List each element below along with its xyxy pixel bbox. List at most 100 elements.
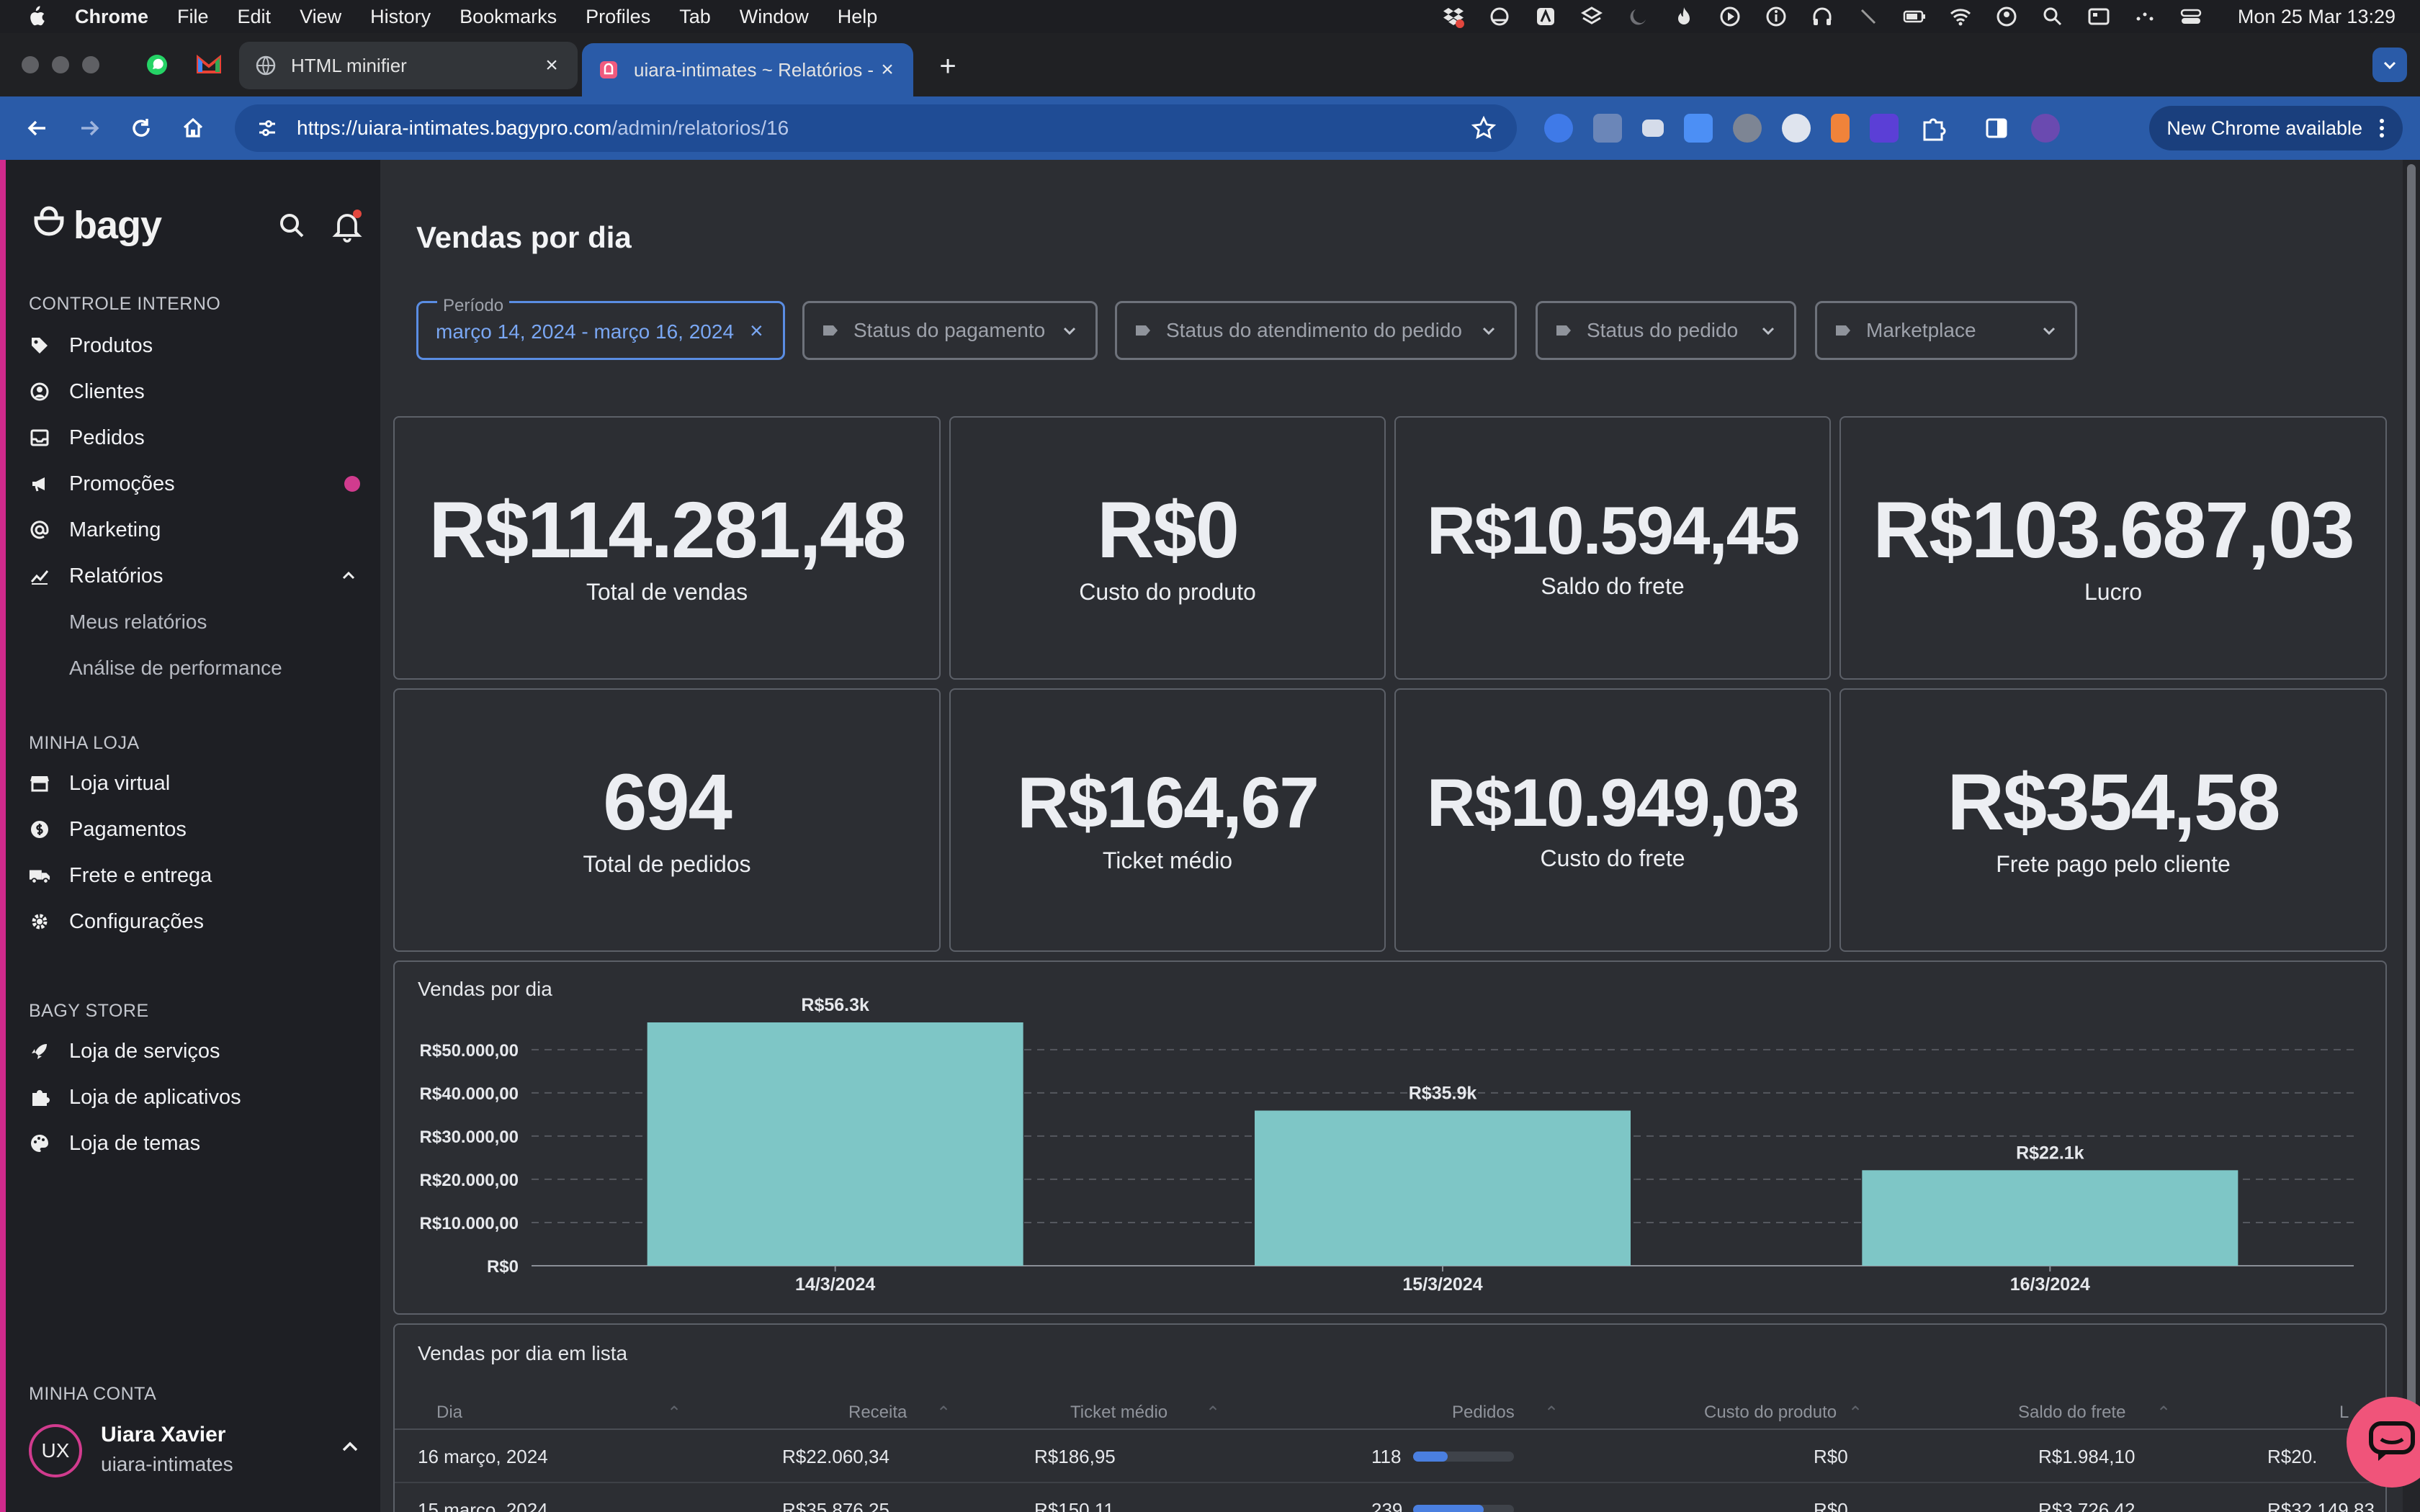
sidebar-subitem-meus-relatorios[interactable]: Meus relatórios xyxy=(69,611,207,634)
clear-period-icon[interactable]: × xyxy=(750,318,763,344)
dropbox-icon[interactable] xyxy=(1441,4,1466,29)
close-window-button[interactable] xyxy=(22,56,39,73)
bookmark-star-icon[interactable] xyxy=(1471,115,1497,141)
reload-button[interactable] xyxy=(121,108,161,148)
service-status-filter[interactable]: Status do atendimento do pedido xyxy=(1115,301,1517,360)
menu-profiles[interactable]: Profiles xyxy=(586,6,650,28)
maximize-window-button[interactable] xyxy=(82,56,99,73)
tab-search-button[interactable] xyxy=(2372,48,2407,82)
screen-icon[interactable] xyxy=(2087,4,2111,29)
menu-window[interactable]: Window xyxy=(740,6,809,28)
sort-icon[interactable]: ⌃ xyxy=(1206,1403,1220,1423)
address-bar[interactable]: https://uiara-intimates.bagypro.com/admi… xyxy=(235,104,1517,152)
table-row[interactable]: 16 março, 2024 R$22.060,34 R$186,95 118 … xyxy=(395,1430,2388,1483)
chevron-up-icon[interactable] xyxy=(340,1437,360,1457)
sidebar-item-loja-aplicativos[interactable]: Loja de aplicativos xyxy=(29,1077,360,1117)
tab-relatorios[interactable]: uiara-intimates ~ Relatórios - × xyxy=(582,43,913,96)
forward-button[interactable] xyxy=(69,108,109,148)
tab-html-minifier[interactable]: HTML minifier × xyxy=(239,42,578,89)
headphones-icon[interactable] xyxy=(1810,4,1834,29)
wifi-icon[interactable] xyxy=(1948,4,1973,29)
site-settings-icon[interactable] xyxy=(255,116,279,140)
sidebar-item-pagamentos[interactable]: Pagamentos xyxy=(29,809,360,850)
new-tab-button[interactable]: + xyxy=(928,46,968,86)
layers-icon[interactable] xyxy=(1579,4,1604,29)
sidebar-item-loja-temas[interactable]: Loja de temas xyxy=(29,1123,360,1164)
account-switcher[interactable]: UX Uiara Xavier uiara-intimates xyxy=(29,1413,360,1485)
extension-5-icon[interactable] xyxy=(1733,114,1762,143)
info-circle-icon[interactable] xyxy=(1764,4,1788,29)
cloud-sync-icon[interactable] xyxy=(1487,4,1512,29)
menubar-clock[interactable]: Mon 25 Mar 13:29 xyxy=(2238,6,2396,28)
payment-status-filter[interactable]: Status do pagamento xyxy=(802,301,1098,360)
minimize-window-button[interactable] xyxy=(52,56,69,73)
extension-4-icon[interactable] xyxy=(1684,114,1713,143)
back-button[interactable] xyxy=(17,108,58,148)
dots-icon[interactable] xyxy=(2133,4,2157,29)
profile-avatar-icon[interactable] xyxy=(2031,114,2060,143)
flame-icon[interactable] xyxy=(1672,4,1696,29)
menu-edit[interactable]: Edit xyxy=(238,6,272,28)
order-status-filter[interactable]: Status do pedido xyxy=(1536,301,1796,360)
menu-file[interactable]: File xyxy=(177,6,209,28)
close-tab-icon[interactable]: × xyxy=(542,53,562,78)
sidebar-subitem-analise-performance[interactable]: Análise de performance xyxy=(69,657,282,680)
marketplace-filter[interactable]: Marketplace xyxy=(1815,301,2077,360)
control-center-icon[interactable] xyxy=(2179,4,2203,29)
column-header-dia[interactable]: Dia xyxy=(436,1403,462,1423)
side-panel-icon[interactable] xyxy=(1982,114,2011,143)
extension-7-icon[interactable] xyxy=(1831,114,1850,143)
moon-icon[interactable] xyxy=(1626,4,1650,29)
bagy-logo-icon[interactable] xyxy=(32,205,66,246)
sidebar-item-pedidos[interactable]: Pedidos xyxy=(29,418,360,458)
notifications-bell-icon[interactable] xyxy=(331,208,363,243)
close-tab-icon[interactable]: × xyxy=(877,58,897,82)
extension-3-icon[interactable] xyxy=(1642,120,1664,137)
play-circle-icon[interactable] xyxy=(1718,4,1742,29)
column-header-ticket[interactable]: Ticket médio xyxy=(1070,1403,1168,1423)
battery-icon[interactable] xyxy=(1902,4,1927,29)
home-button[interactable] xyxy=(173,108,213,148)
extension-code-icon[interactable] xyxy=(1593,114,1622,143)
menu-chrome[interactable]: Chrome xyxy=(75,6,148,28)
extension-1-icon[interactable] xyxy=(1544,114,1573,143)
menu-view[interactable]: View xyxy=(300,6,341,28)
sidebar-item-marketing[interactable]: Marketing xyxy=(29,510,360,550)
new-chrome-available-button[interactable]: New Chrome available xyxy=(2149,106,2403,150)
extensions-puzzle-icon[interactable] xyxy=(1919,114,1948,143)
column-header-saldo-frete[interactable]: Saldo do frete xyxy=(2018,1403,2125,1423)
sidebar-item-loja-virtual[interactable]: Loja virtual xyxy=(29,763,360,804)
period-filter[interactable]: Período março 14, 2024 - março 16, 2024 … xyxy=(416,296,785,360)
sidebar-item-configuracoes[interactable]: Configurações xyxy=(29,901,360,942)
bagy-logo-text[interactable]: bagy xyxy=(73,203,162,248)
menu-tab[interactable]: Tab xyxy=(679,6,711,28)
column-header-custo-produto[interactable]: Custo do produto xyxy=(1704,1403,1837,1423)
pinned-tab-gmail[interactable] xyxy=(183,39,235,91)
sidebar-item-produtos[interactable]: Produtos xyxy=(29,325,360,366)
menu-help[interactable]: Help xyxy=(838,6,878,28)
apple-icon[interactable] xyxy=(24,5,46,28)
sidebar-item-clientes[interactable]: Clientes xyxy=(29,372,360,412)
sort-icon[interactable]: ⌃ xyxy=(936,1403,951,1423)
pinned-tab-whatsapp[interactable] xyxy=(131,39,183,91)
kebab-menu-icon[interactable] xyxy=(2378,117,2385,140)
search-icon[interactable] xyxy=(277,210,307,240)
sidebar-item-promocoes[interactable]: Promoções xyxy=(29,464,360,504)
slash-icon[interactable] xyxy=(1856,4,1881,29)
sort-icon[interactable]: ⌃ xyxy=(667,1403,681,1423)
extension-8-icon[interactable] xyxy=(1870,114,1899,143)
app-a-icon[interactable] xyxy=(1533,4,1558,29)
sidebar-item-loja-servicos[interactable]: Loja de serviços xyxy=(29,1031,360,1071)
user-circle-icon[interactable] xyxy=(1994,4,2019,29)
sort-icon[interactable]: ⌃ xyxy=(2156,1403,2171,1423)
column-header-lucro[interactable]: L xyxy=(2339,1403,2349,1423)
sidebar-item-frete-entrega[interactable]: Frete e entrega xyxy=(29,855,360,896)
chevron-up-icon[interactable] xyxy=(340,567,357,585)
table-row[interactable]: 15 março, 2024 R$35.876,25 R$150,11 239 … xyxy=(395,1483,2388,1512)
sort-icon[interactable]: ⌃ xyxy=(1544,1403,1559,1423)
extension-6-icon[interactable] xyxy=(1782,114,1811,143)
sidebar-item-relatorios[interactable]: Relatórios xyxy=(29,556,360,596)
menu-history[interactable]: History xyxy=(370,6,431,28)
sort-icon[interactable]: ⌃ xyxy=(1848,1403,1863,1423)
column-header-receita[interactable]: Receita xyxy=(848,1403,907,1423)
